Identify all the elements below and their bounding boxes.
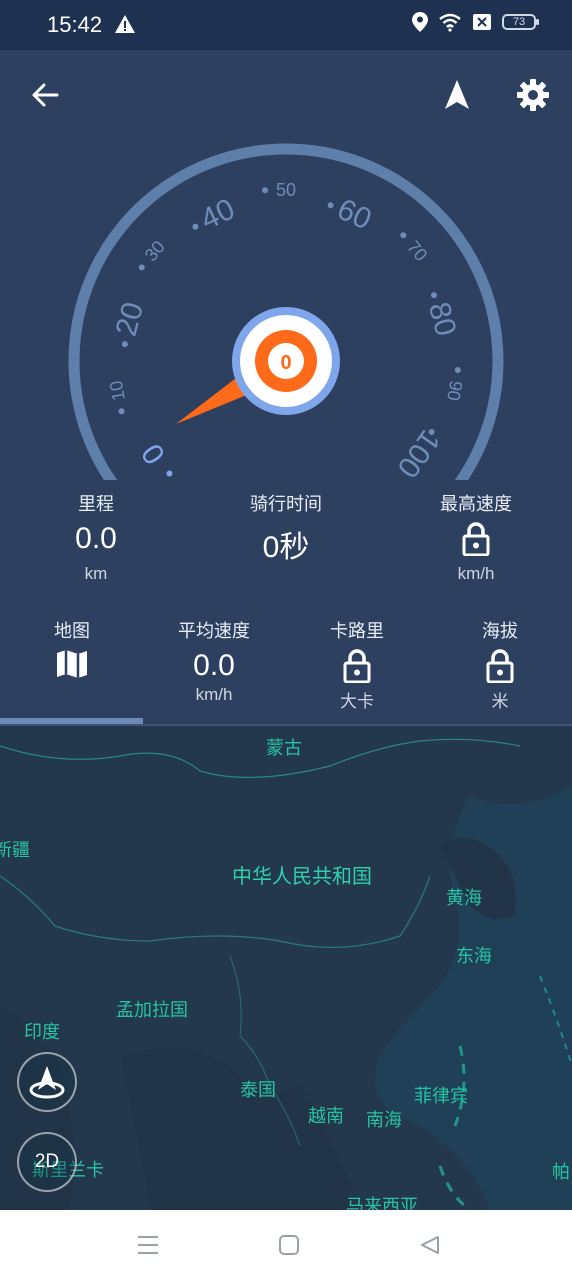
map-2d-toggle-label: 2D [34, 1151, 60, 1172]
back-triangle-icon[interactable] [420, 1235, 440, 1255]
stat-ride-time: 骑行时间 0秒 [250, 490, 322, 566]
gauge-tick-dot [430, 292, 437, 299]
map-label-thailand: 泰国 [240, 1080, 276, 1100]
gauge-tick-label: 0 [135, 437, 172, 470]
gear-icon [517, 79, 549, 111]
wifi-icon [439, 13, 461, 32]
map-label-malaysia: 马来西亚 [346, 1196, 418, 1210]
back-button[interactable] [22, 72, 68, 118]
recenter-location-icon [29, 1066, 65, 1099]
stat-altitude-label: 海拔 [482, 621, 518, 641]
gauge-tick-label: 70 [403, 237, 431, 265]
lock-icon [486, 649, 514, 683]
current-speed-value: 0 [280, 352, 291, 374]
map-label-vietnam: 越南 [308, 1106, 344, 1126]
gauge-tick-label: 100 [390, 424, 446, 480]
gauge-tick-dot [166, 470, 173, 477]
stat-ride-time-label: 骑行时间 [250, 494, 322, 514]
stat-distance-label: 里程 [78, 494, 114, 514]
stat-max-speed-label: 最高速度 [440, 494, 512, 514]
stat-max-speed[interactable]: 最高速度 km/h [440, 490, 512, 584]
navigation-button[interactable] [434, 72, 480, 118]
gauge-tick-dot [262, 187, 269, 194]
arrow-left-icon [32, 83, 59, 107]
stat-altitude[interactable]: 海拔 米 [482, 617, 518, 712]
recenter-button[interactable] [17, 1052, 77, 1112]
gauge-tick-label: 90 [443, 379, 466, 402]
stat-map-label: 地图 [54, 621, 90, 641]
gauge-tick-dot [138, 264, 145, 271]
status-bar: 15:42 73 [0, 0, 572, 50]
location-icon [412, 12, 428, 32]
stat-max-speed-unit: km/h [457, 564, 495, 583]
map-label-mongolia: 蒙古 [266, 738, 302, 758]
no-sim-icon [473, 14, 491, 30]
gauge-tick-label: 20 [110, 299, 151, 340]
speedometer-gauge: 0 10 20 30 40 50 60 70 80 90 100 0 [68, 143, 504, 480]
stat-calories[interactable]: 卡路里 大卡 [330, 617, 384, 712]
map-view[interactable]: 蒙古 新疆 中华人民共和国 黄海 东海 孟加拉国 印度 泰国 菲律宾 越南 南海… [0, 726, 572, 1210]
stat-calories-unit: 大卡 [340, 692, 374, 711]
stat-map-toggle[interactable]: 地图 [54, 617, 90, 684]
stat-distance-value: 0.0 [75, 522, 117, 555]
map-label-yellow-sea: 黄海 [446, 888, 482, 908]
system-nav-bar [0, 1210, 572, 1280]
gauge-tick-dot [428, 429, 435, 436]
gauge-tick-dot [327, 202, 334, 209]
status-icons: 73 [412, 12, 539, 32]
map-icon [57, 650, 87, 678]
settings-button[interactable] [510, 72, 556, 118]
menu-icon[interactable] [137, 1235, 159, 1255]
top-bar [0, 50, 572, 140]
gauge-tick-dot [118, 408, 125, 415]
stat-calories-label: 卡路里 [330, 621, 384, 641]
map-label-china: 中华人民共和国 [232, 866, 372, 888]
map-2d-toggle-button[interactable]: 2D [17, 1132, 77, 1192]
gauge-tick-label: 40 [196, 193, 240, 237]
stat-avg-speed: 平均速度 0.0 km/h [178, 617, 250, 705]
lock-icon [343, 649, 371, 683]
map-label-xinjiang: 新疆 [0, 840, 30, 860]
gauge-tick-dot [192, 223, 199, 230]
gauge-tick-label: 50 [276, 180, 296, 200]
gauge-tick-label: 80 [422, 299, 463, 340]
gauge-tick-dot [121, 341, 128, 348]
gauge-tick-label: 10 [106, 379, 129, 402]
stat-distance-unit: km [84, 564, 108, 583]
stat-distance: 里程 0.0 km [75, 490, 117, 584]
gauge-tick-dot [454, 367, 461, 374]
gauge-tick-dot [400, 232, 407, 239]
status-time: 15:42 [47, 12, 103, 37]
gauge-tick-label: 30 [141, 237, 169, 265]
stat-avg-speed-label: 平均速度 [178, 621, 250, 641]
gauge-tick-label: 60 [332, 193, 376, 237]
stat-avg-speed-unit: km/h [195, 685, 233, 704]
stat-altitude-unit: 米 [491, 692, 509, 711]
map-label-east-sea: 东海 [456, 946, 492, 966]
home-icon[interactable] [279, 1235, 299, 1255]
lock-icon [462, 522, 490, 556]
warning-icon [115, 15, 135, 33]
map-label-india: 印度 [24, 1022, 60, 1042]
battery-indicator: 73 [502, 14, 539, 30]
navigation-arrow-icon [445, 80, 469, 109]
map-terrain [0, 726, 572, 1210]
map-label-philippines: 菲律宾 [414, 1086, 468, 1106]
map-label-palau: 帕 [552, 1162, 570, 1182]
stat-avg-speed-value: 0.0 [193, 649, 235, 682]
map-label-south-sea: 南海 [366, 1110, 402, 1130]
map-label-bangladesh: 孟加拉国 [116, 1000, 188, 1020]
stat-ride-time-value: 0秒 [262, 531, 310, 564]
